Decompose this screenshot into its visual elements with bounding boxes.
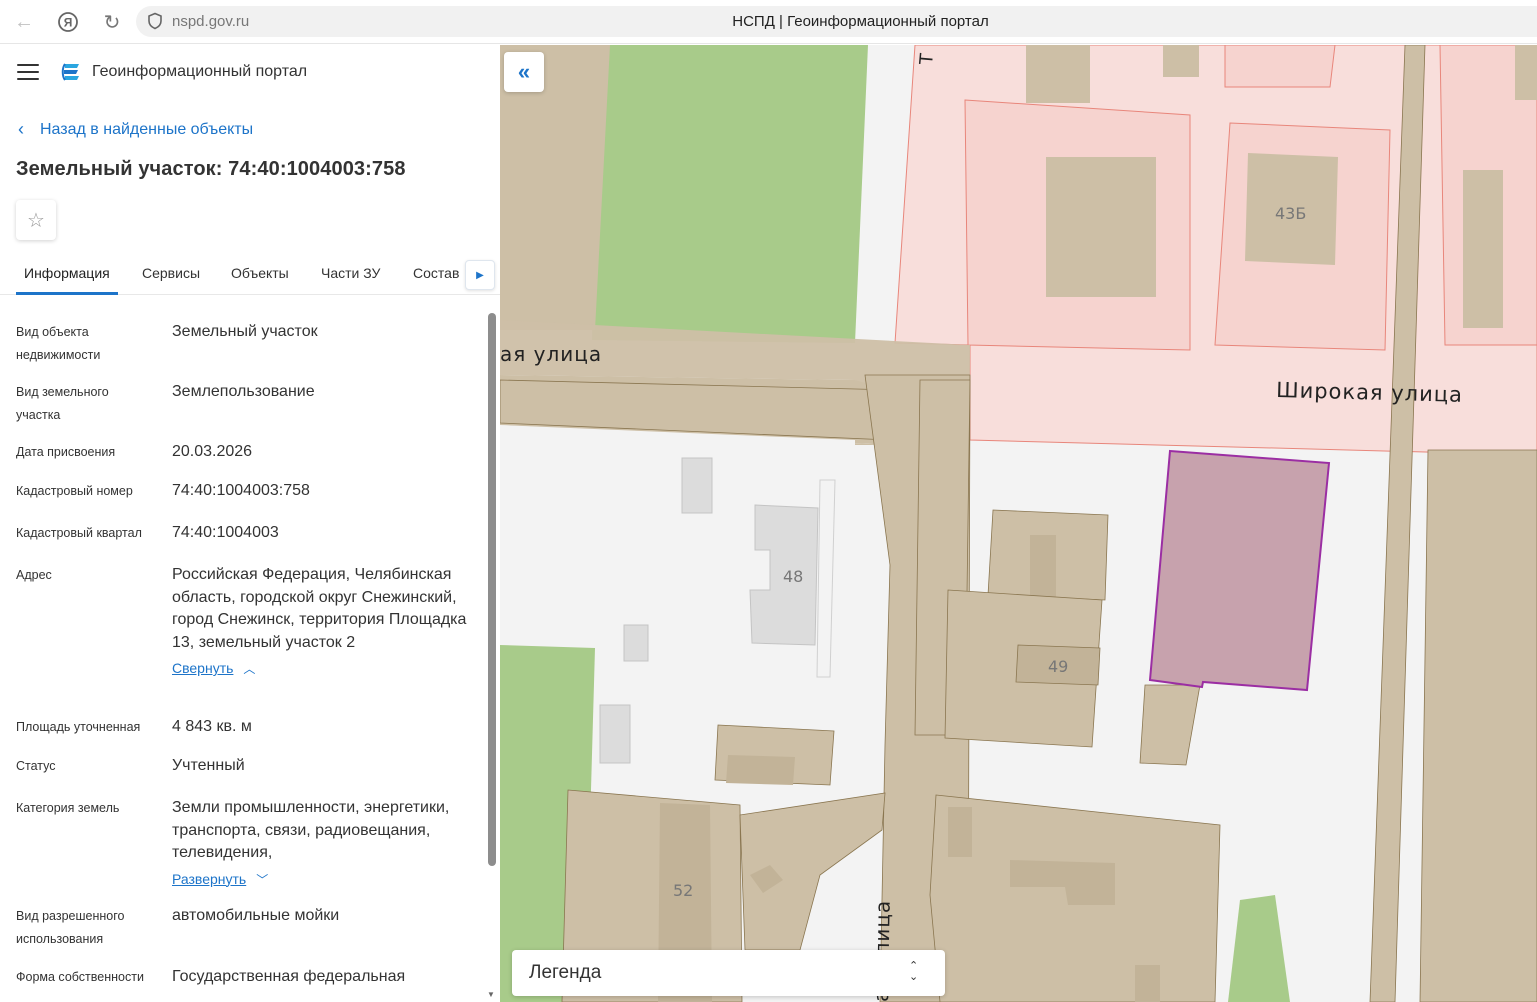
info-panel: Геоинформационный портал ‹ Назад в найде… — [0, 45, 500, 1002]
tab-objects[interactable]: Объекты — [231, 265, 289, 281]
yandex-icon[interactable]: Я — [54, 8, 82, 36]
building-plot — [1419, 449, 1537, 1002]
tab-services[interactable]: Сервисы — [142, 265, 200, 281]
reload-icon[interactable]: ↻ — [98, 8, 126, 36]
expand-link[interactable]: Развернуть ﹀ — [172, 868, 268, 892]
property-label: Вид земельного участка — [16, 385, 109, 422]
building — [1026, 45, 1090, 103]
property-label: Форма собственности — [16, 970, 144, 984]
tabs-next-button[interactable]: ▶ — [465, 260, 495, 290]
property-value: Государственная федеральная — [172, 968, 406, 985]
collapse-panel-button[interactable]: « — [504, 52, 544, 92]
property-label: Площадь уточненная — [16, 720, 141, 734]
property-label: Вид объекта недвижимости — [16, 325, 101, 362]
back-link-label: Назад в найденные объекты — [40, 120, 254, 138]
property-label: Статус — [16, 759, 56, 773]
property-value-wrap: Российская Федерация, Челябинская област… — [172, 564, 477, 681]
property-value: 20.03.2026 — [172, 443, 253, 460]
property-label: Кадастровый квартал — [16, 526, 142, 540]
category-value: Земли промышленности, энергетики, трансп… — [172, 799, 450, 861]
property-value: автомобильные мойки — [172, 907, 340, 924]
chevron-down-icon: ﹀ — [256, 872, 269, 887]
chevron-up-icon: ︿ — [243, 662, 256, 676]
building — [681, 457, 713, 514]
property-value: 4 843 кв. м — [172, 718, 252, 735]
property-label: Вид разрешенного использования — [16, 909, 125, 946]
menu-icon[interactable] — [17, 64, 39, 80]
property-value: Земельный участок — [172, 323, 318, 340]
url-text: nspd.gov.ru — [172, 13, 250, 30]
panel-scrollbar-thumb[interactable] — [488, 313, 496, 866]
property-label: Кадастровый номер — [16, 484, 133, 498]
building — [1463, 170, 1503, 328]
property-value: Учтенный — [172, 757, 245, 774]
building — [623, 624, 649, 662]
shield-icon — [148, 12, 162, 30]
legend-label: Легенда — [529, 962, 602, 983]
legend-selector[interactable]: Легенда ⌃ ⌄ — [512, 950, 945, 996]
property-value: Землепользование — [172, 383, 315, 400]
property-label: Дата присвоения — [16, 445, 116, 459]
double-chevron-left-icon: « — [517, 59, 531, 84]
svg-text:Я: Я — [64, 16, 73, 30]
object-title: Земельный участок: 74:40:1004003:758 — [16, 158, 406, 180]
street-label: Широкая улица — [1276, 378, 1463, 407]
scroll-down-arrow-icon[interactable]: ▼ — [487, 990, 495, 999]
property-label: Категория земель — [16, 801, 120, 815]
address-bar[interactable]: nspd.gov.ru — [136, 6, 1537, 37]
house-number: 43Б — [1275, 204, 1306, 223]
star-icon: ☆ — [27, 209, 45, 232]
building — [1163, 45, 1199, 77]
green-area — [592, 45, 868, 343]
active-tab-indicator — [16, 292, 118, 295]
tab-composition[interactable]: Состав — [413, 265, 459, 281]
zone-area — [1224, 45, 1336, 88]
tab-land-parts[interactable]: Части ЗУ — [321, 265, 380, 281]
building — [726, 755, 795, 785]
chevron-left-icon: ‹ — [18, 119, 24, 139]
building — [1046, 157, 1156, 297]
back-to-results-link[interactable]: ‹ Назад в найденные объекты — [18, 119, 253, 140]
portal-logo-icon — [61, 63, 79, 81]
property-value: 74:40:1004003 — [172, 524, 279, 541]
building — [599, 704, 631, 764]
collapse-link[interactable]: Свернуть ︿ — [172, 657, 255, 681]
portal-name: Геоинформационный портал — [92, 63, 308, 80]
house-number: 52 — [673, 881, 693, 900]
caret-right-icon: ▶ — [476, 269, 484, 281]
tab-bar: Информация Сервисы Объекты Части ЗУ Сост… — [0, 250, 500, 295]
map-canvas: ая улица Широкая улица ая улица Т 43Б 48… — [500, 45, 1537, 1002]
street-label: ая улица — [500, 342, 602, 366]
house-number: 49 — [1048, 657, 1068, 676]
building — [1030, 535, 1056, 597]
tab-information[interactable]: Информация — [24, 265, 110, 281]
selected-parcel — [1148, 449, 1331, 692]
browser-toolbar: ← Я ↻ nspd.gov.ru НСПД | Геоинформационн… — [0, 0, 1537, 44]
back-arrow-icon[interactable]: ← — [10, 8, 38, 36]
house-number: 48 — [783, 567, 803, 586]
property-value: 74:40:1004003:758 — [172, 482, 310, 499]
map-view[interactable]: ая улица Широкая улица ая улица Т 43Б 48… — [500, 45, 1537, 1002]
property-label: Адрес — [16, 568, 52, 582]
building — [948, 807, 972, 857]
address-value: Российская Федерация, Челябинская област… — [172, 566, 467, 651]
property-value-wrap: Земли промышленности, энергетики, трансп… — [172, 797, 477, 891]
favorite-button[interactable]: ☆ — [16, 200, 56, 240]
building — [1515, 45, 1537, 100]
sort-arrows-icon: ⌃ ⌄ — [909, 960, 919, 983]
collapse-link-label: Свернуть — [172, 660, 234, 676]
expand-link-label: Развернуть — [172, 870, 247, 887]
